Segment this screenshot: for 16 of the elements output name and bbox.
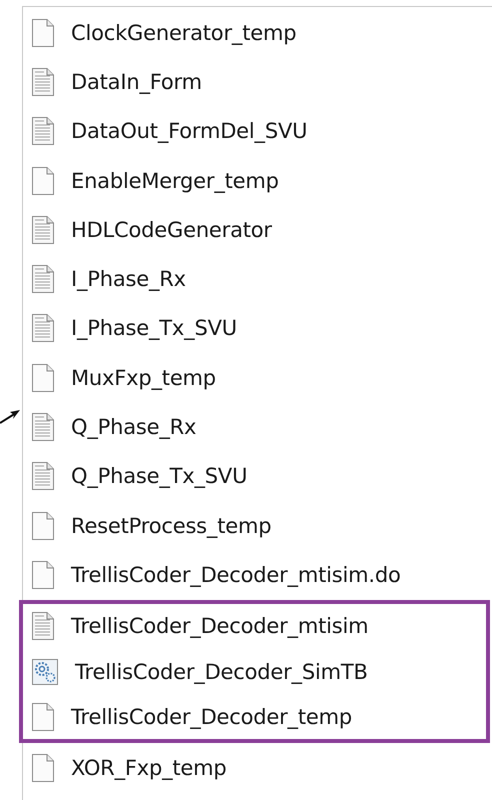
file-name[interactable]: EnableMerger_temp [71,168,279,193]
file-name[interactable]: Q_Phase_Rx [71,415,196,440]
file-name[interactable]: I_Phase_Tx_SVU [71,316,237,340]
file-name[interactable]: MuxFxp_temp [71,366,216,390]
file-name[interactable]: TrellisCoder_Decoder_SimTB [75,660,368,684]
file-name[interactable]: ResetProcess_temp [71,514,272,538]
file-name[interactable]: I_Phase_Rx [71,267,186,292]
file-name[interactable]: TrellisCoder_Decoder_mtisim.do [71,562,401,587]
file-name[interactable]: XOR_Fxp_temp [71,756,227,780]
file-name[interactable]: ClockGenerator_temp [71,20,296,45]
file-name[interactable]: TrellisCoder_Decoder_mtisim [71,614,368,638]
file-name[interactable]: TrellisCoder_Decoder_temp [71,704,352,729]
file-name[interactable]: DataOut_FormDel_SVU [71,119,308,144]
file-name[interactable]: Q_Phase_Tx_SVU [71,464,248,488]
file-name[interactable]: HDLCodeGenerator [71,218,272,242]
file-name[interactable]: DataIn_Form [71,70,202,94]
